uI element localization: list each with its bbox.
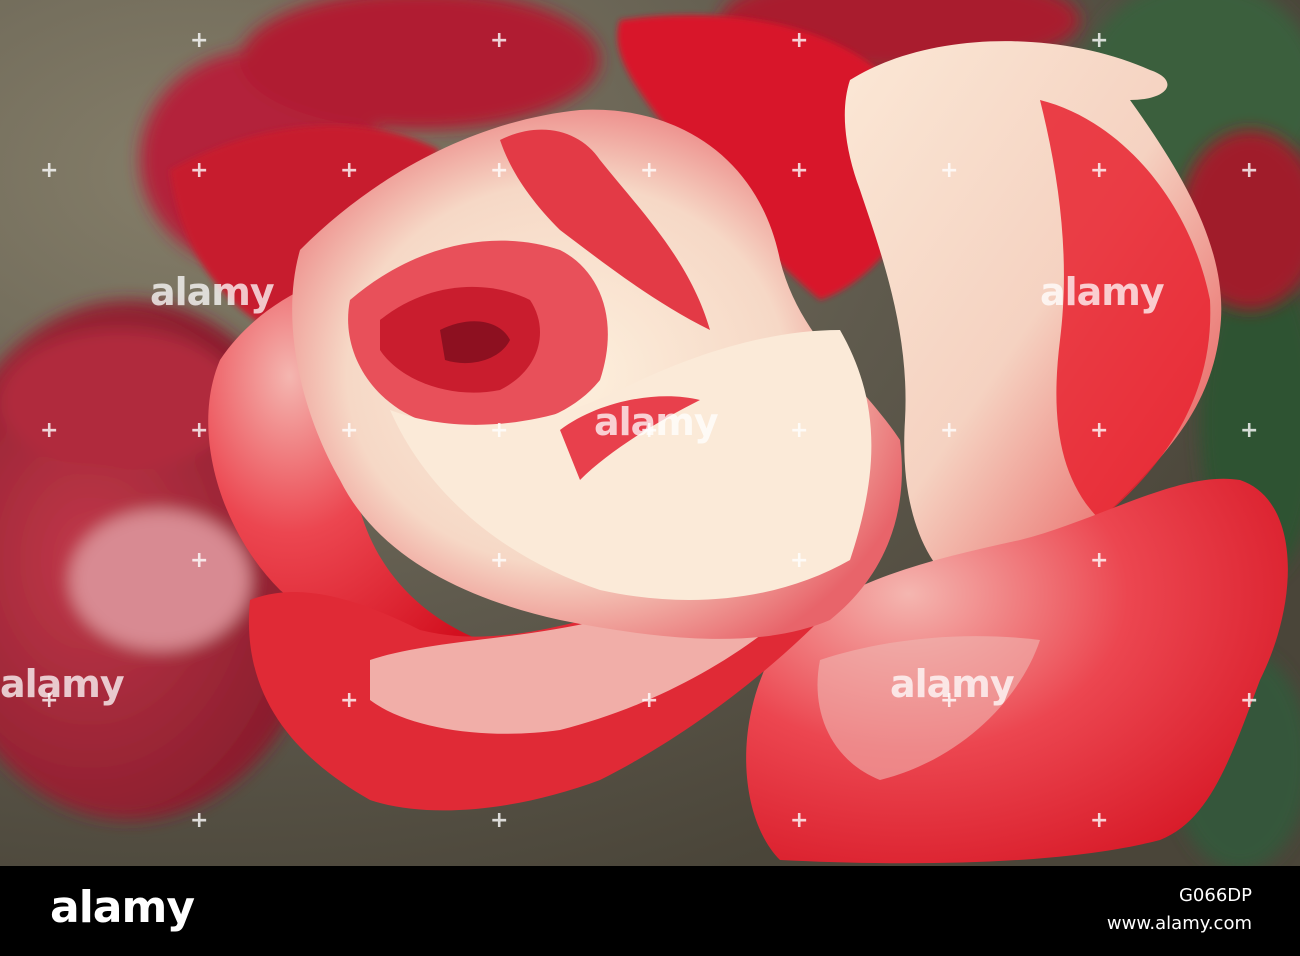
site-url: www.alamy.com	[1106, 913, 1252, 934]
footer-bar: alamy G066DP www.alamy.com	[0, 866, 1300, 956]
image-id: G066DP	[1178, 885, 1252, 906]
alamy-logo: alamy	[50, 882, 195, 933]
rose-illustration	[0, 0, 1300, 866]
image-info: G066DP www.alamy.com	[1107, 884, 1252, 936]
rose-photo: alamy alamy alamy alamy alamy + + + + + + + + + +…	[0, 0, 1300, 866]
